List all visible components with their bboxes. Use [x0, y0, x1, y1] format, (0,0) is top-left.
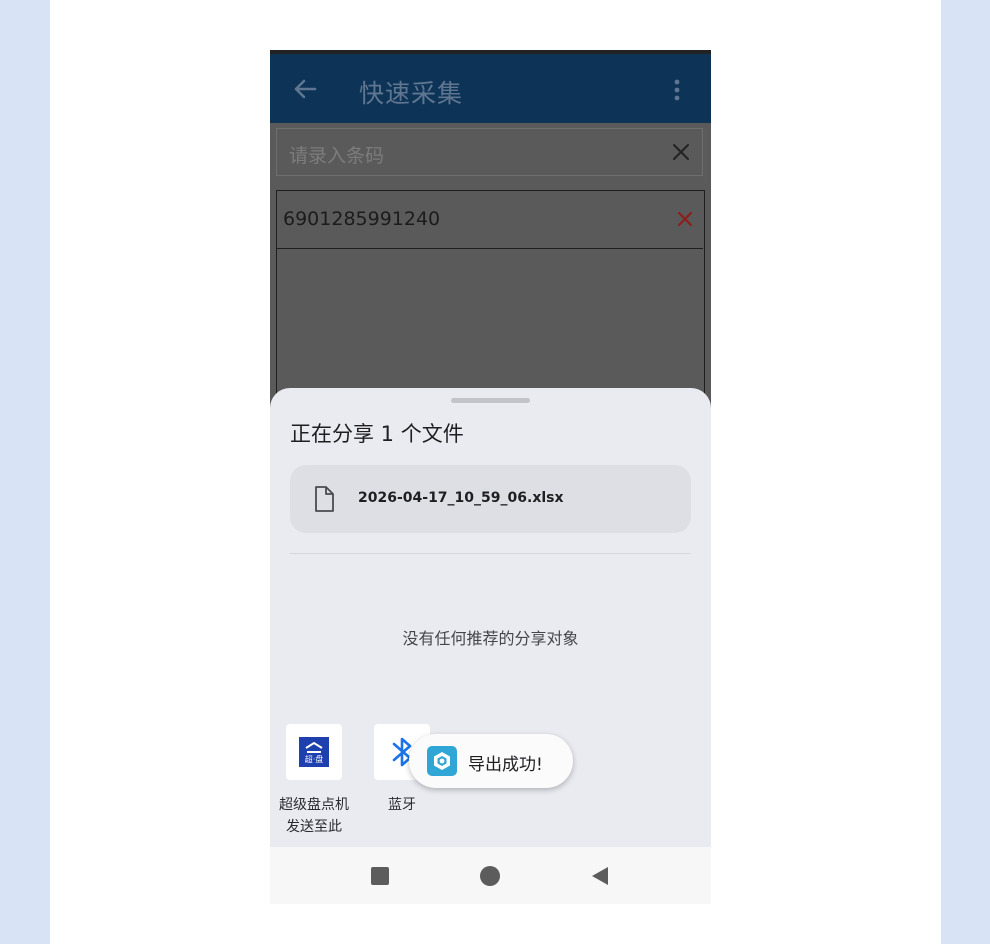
no-recommendations-text: 没有任何推荐的分享对象: [402, 629, 579, 648]
toast-message: 导出成功!: [468, 755, 543, 775]
barcode-value: 6901285991240: [283, 208, 441, 230]
app-bar: 快速采集: [270, 54, 711, 123]
arrow-left-icon[interactable]: [292, 76, 318, 102]
barcode-input[interactable]: 请录入条码: [276, 128, 703, 176]
toast: 导出成功!: [409, 734, 573, 788]
share-target-label-line1: 超级盘点机: [279, 797, 349, 813]
super-inventory-logo-icon: 超·盘: [299, 737, 329, 767]
more-vertical-icon[interactable]: [670, 78, 684, 102]
share-target-label-line2: 发送至此: [286, 819, 342, 835]
barcode-input-placeholder: 请录入条码: [289, 145, 385, 167]
page-title: 快速采集: [359, 79, 464, 108]
file-icon: [315, 486, 334, 512]
circle-home-icon[interactable]: [480, 866, 500, 886]
divider: [290, 553, 691, 554]
file-name: 2026-04-17_10_59_06.xlsx: [358, 490, 564, 506]
square-recent-icon[interactable]: [371, 867, 389, 885]
delete-icon[interactable]: [677, 211, 693, 227]
list-item[interactable]: 6901285991240: [277, 191, 703, 249]
file-preview-card: 2026-04-17_10_59_06.xlsx: [290, 465, 691, 533]
share-target-label: 超级盘点机 发送至此: [270, 794, 358, 838]
system-nav-bar: [270, 847, 711, 904]
share-target-label-line1: 蓝牙: [388, 797, 416, 813]
triangle-back-icon[interactable]: [590, 865, 610, 887]
share-target-super-inventory[interactable]: 超·盘: [286, 724, 342, 780]
app-logo-icon: [427, 746, 457, 776]
close-icon[interactable]: [671, 142, 691, 162]
logo-text: 超·盘: [305, 754, 324, 764]
share-sheet-title: 正在分享 1 个文件: [290, 422, 464, 446]
share-target-label: 蓝牙: [364, 794, 440, 816]
drag-handle[interactable]: [451, 398, 530, 403]
